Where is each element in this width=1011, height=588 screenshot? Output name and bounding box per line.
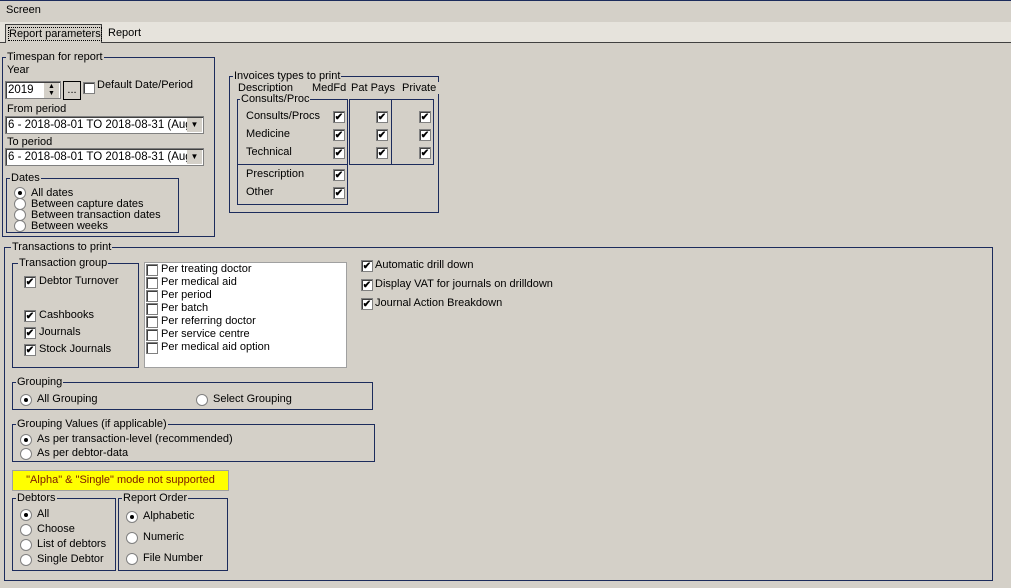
label: Per batch: [161, 302, 209, 314]
label: Single Debtor: [37, 553, 104, 565]
debtors-radio[interactable]: [20, 524, 32, 536]
label: Per treating doctor: [161, 263, 252, 275]
chevron-down-icon[interactable]: ▼: [187, 118, 202, 132]
option-checkbox[interactable]: ✔: [361, 298, 373, 310]
label: Medicine: [246, 128, 291, 140]
window-title: Screen: [6, 4, 41, 16]
report-order-radio[interactable]: [126, 511, 138, 523]
radio-select-grouping[interactable]: [196, 394, 208, 406]
per-list-checkbox[interactable]: [146, 303, 158, 315]
label: Per medical aid option: [161, 341, 270, 353]
chevron-down-icon[interactable]: ▼: [187, 150, 202, 164]
per-list-checkbox[interactable]: [146, 329, 158, 341]
private-checkbox[interactable]: ✔: [419, 147, 431, 159]
per-list-checkbox[interactable]: [146, 290, 158, 302]
radio-debtor-data[interactable]: [20, 448, 32, 460]
transaction-group-checkbox[interactable]: ✔: [24, 327, 36, 339]
label: All: [37, 508, 50, 520]
label: Numeric: [143, 531, 184, 543]
label: Per period: [161, 289, 212, 301]
label: Per medical aid: [161, 276, 237, 288]
timespan-title: Timespan for report: [6, 50, 104, 64]
medfd-checkbox[interactable]: ✔: [333, 169, 345, 181]
label: Cashbooks: [39, 309, 95, 321]
debtors-radio[interactable]: [20, 554, 32, 566]
label: Journal Action Breakdown: [375, 297, 503, 309]
per-list-checkbox[interactable]: [146, 316, 158, 328]
radio-label: Between weeks: [31, 220, 109, 232]
report-order-radio[interactable]: [126, 553, 138, 565]
debtors-radio[interactable]: [20, 539, 32, 551]
spin-buttons[interactable]: ▲ ▼: [44, 83, 59, 98]
per-list-checkbox[interactable]: [146, 264, 158, 276]
medfd-checkbox[interactable]: ✔: [333, 187, 345, 199]
label: Journals: [39, 326, 81, 338]
label: Choose: [37, 523, 75, 535]
medfd-checkbox[interactable]: ✔: [333, 147, 345, 159]
to-period-select[interactable]: 6 - 2018-08-01 TO 2018-08-31 (Augu ▼: [5, 148, 204, 166]
transaction-group-checkbox[interactable]: ✔: [24, 310, 36, 322]
option-checkbox[interactable]: ✔: [361, 260, 373, 272]
radio-label: Select Grouping: [213, 393, 292, 405]
to-period-label: To period: [7, 136, 53, 148]
private-checkbox[interactable]: ✔: [419, 111, 431, 123]
transaction-group-checkbox[interactable]: ✔: [24, 276, 36, 288]
medfd-checkbox[interactable]: ✔: [333, 129, 345, 141]
tab-report-parameters[interactable]: Report parameters: [5, 24, 102, 43]
patpays-checkbox[interactable]: ✔: [376, 147, 388, 159]
browse-button[interactable]: ...: [63, 81, 81, 100]
label: Alphabetic: [143, 510, 195, 522]
year-label: Year: [7, 64, 30, 76]
label: Per service centre: [161, 328, 250, 340]
transaction-group-checkbox[interactable]: ✔: [24, 344, 36, 356]
label: Display VAT for journals on drilldown: [375, 278, 553, 290]
default-date-label: Default Date/Period: [97, 79, 193, 91]
label: Technical: [246, 146, 292, 158]
label: Other: [246, 186, 274, 198]
warning-banner: "Alpha" & "Single" mode not supported: [12, 470, 229, 491]
label: Automatic drill down: [375, 259, 474, 271]
header-private: Private: [402, 82, 440, 94]
label: Consults/Procs: [246, 110, 320, 122]
medfd-checkbox[interactable]: ✔: [333, 111, 345, 123]
radio-label: All Grouping: [37, 393, 98, 405]
from-period-label: From period: [7, 103, 67, 115]
label: Prescription: [246, 168, 305, 180]
radio-all-grouping[interactable]: [20, 394, 32, 406]
year-spinner[interactable]: 2019 ▲ ▼: [5, 81, 61, 99]
label: Per referring doctor: [161, 315, 256, 327]
radio-label: As per transaction-level (recommended): [37, 433, 233, 445]
tab-report[interactable]: Report: [108, 27, 141, 39]
radio-label: As per debtor-data: [37, 447, 129, 459]
tab-label: Report parameters: [8, 27, 102, 41]
debtors-radio[interactable]: [20, 509, 32, 521]
report-order-radio[interactable]: [126, 532, 138, 544]
patpays-checkbox[interactable]: ✔: [376, 111, 388, 123]
label: List of debtors: [37, 538, 107, 550]
default-date-checkbox[interactable]: [83, 82, 95, 94]
radio-transaction-level[interactable]: [20, 434, 32, 446]
year-value: 2019: [8, 84, 34, 96]
per-list-checkbox[interactable]: [146, 277, 158, 289]
patpays-checkbox[interactable]: ✔: [376, 129, 388, 141]
per-list-checkbox[interactable]: [146, 342, 158, 354]
label: File Number: [143, 552, 203, 564]
header-medfd: MedFd: [312, 82, 347, 94]
header-patpays: Pat Pays: [351, 82, 396, 94]
label: Debtor Turnover: [39, 275, 119, 287]
private-checkbox[interactable]: ✔: [419, 129, 431, 141]
radio-between-weeks[interactable]: [14, 220, 26, 232]
label: Stock Journals: [39, 343, 112, 355]
option-checkbox[interactable]: ✔: [361, 279, 373, 291]
from-period-select[interactable]: 6 - 2018-08-01 TO 2018-08-31 (Augu ▼: [5, 116, 204, 134]
